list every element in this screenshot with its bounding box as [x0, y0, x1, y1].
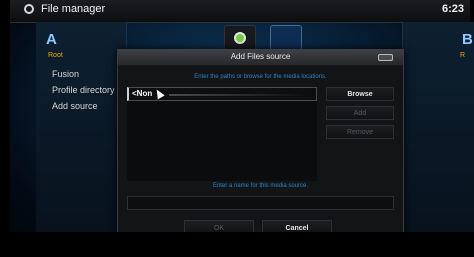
top-bar: File manager 6:23	[10, 0, 470, 23]
remove-button[interactable]: Remove	[326, 125, 394, 139]
dialog-title: Add Files source	[230, 52, 291, 61]
panel-a-letter: A	[46, 31, 57, 48]
panel-b-letter: B	[462, 31, 473, 48]
kodi-screen: File manager 6:23 A Root B R Fusion Prof…	[0, 0, 474, 257]
sidebar-item-add-source[interactable]: Add source	[52, 101, 98, 111]
mouse-cursor-icon	[153, 87, 165, 100]
window-title: File manager	[41, 3, 106, 15]
add-source-dialog: Add Files source Enter the paths or brow…	[117, 49, 404, 243]
source-name-input[interactable]	[127, 196, 394, 210]
bottom-black-bar	[10, 232, 470, 257]
disc-graphic	[234, 32, 246, 44]
paths-instruction: Enter the paths or browse for the media …	[194, 74, 327, 80]
name-instruction: Enter a name for this media source.	[212, 183, 309, 189]
sidebar-item-profile-directory[interactable]: Profile directory	[52, 85, 115, 95]
close-icon[interactable]	[378, 54, 393, 61]
path-list	[127, 101, 317, 181]
path-value: <Non	[132, 89, 153, 98]
focus-highlight	[169, 94, 309, 96]
sidebar-item-fusion[interactable]: Fusion	[52, 69, 79, 79]
panel-b-root-label: R	[460, 52, 466, 59]
browse-button[interactable]: Browse	[326, 87, 394, 101]
dialog-titlebar: Add Files source	[118, 50, 403, 66]
power-icon[interactable]	[24, 4, 34, 14]
disc-icon[interactable]	[224, 25, 256, 51]
add-button[interactable]: Add	[326, 106, 394, 120]
clock: 6:23	[441, 3, 464, 15]
path-list-item[interactable]: <Non	[127, 87, 317, 101]
left-black-edge	[0, 0, 10, 257]
panel-a-root-label: Root	[48, 52, 63, 59]
folder-icon[interactable]	[270, 25, 302, 51]
